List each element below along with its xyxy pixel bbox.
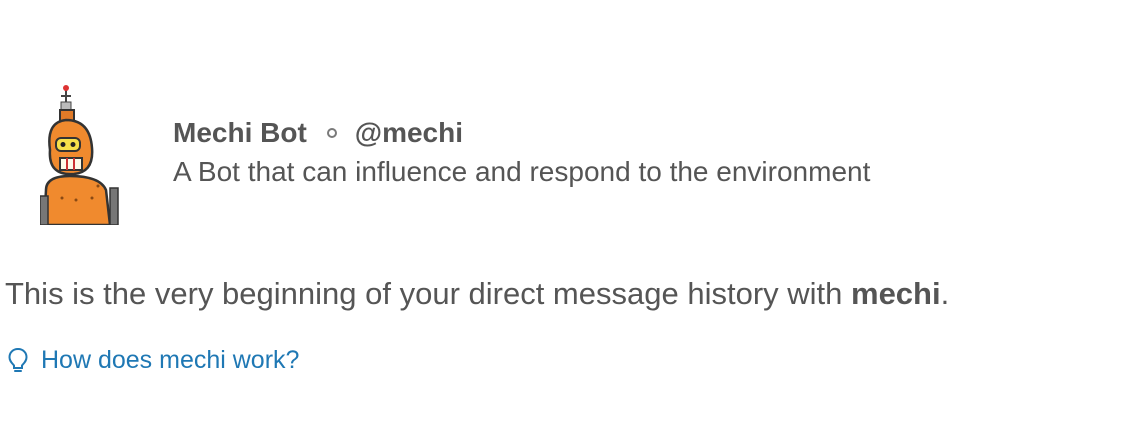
robot-avatar-icon[interactable]	[40, 80, 120, 225]
bot-description: A Bot that can influence and respond to …	[173, 156, 871, 187]
bot-profile: Mechi Bot @mechi A Bot that can influenc…	[173, 116, 870, 188]
lightbulb-icon	[8, 347, 28, 372]
dm-history-intro: This is the very beginning of your direc…	[5, 276, 949, 312]
bot-handle[interactable]: @mechi	[355, 117, 463, 149]
how-does-bot-work-link[interactable]: How does mechi work?	[8, 346, 299, 375]
intro-text: This is the very beginning of your direc…	[5, 276, 851, 311]
intro-bot-name: mechi	[851, 276, 941, 311]
dm-intro-panel: Mechi Bot @mechi A Bot that can influenc…	[0, 0, 1138, 432]
bot-name[interactable]: Mechi Bot	[173, 117, 307, 149]
bot-identity-row: Mechi Bot @mechi	[173, 116, 870, 150]
presence-away-icon	[326, 128, 337, 138]
help-link-text[interactable]: How does mechi work?	[41, 346, 299, 375]
intro-suffix: .	[940, 276, 950, 311]
